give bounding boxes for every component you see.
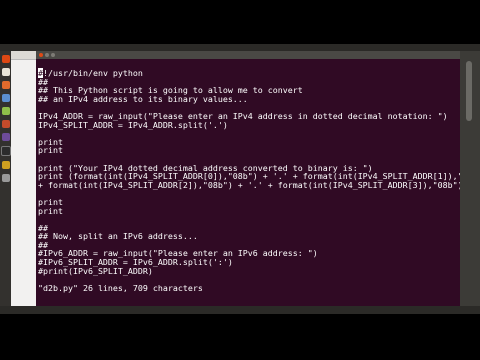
top-menu-bar [0, 44, 480, 51]
right-panel [460, 51, 480, 314]
office-icon[interactable] [1, 94, 10, 102]
trash-icon[interactable] [1, 174, 10, 182]
files-icon[interactable] [1, 68, 10, 76]
code-line: IPv4_SPLIT_ADDR = IPv4_ADDR.split('.') [38, 119, 228, 130]
settings-icon[interactable] [1, 133, 10, 141]
code-line: "d2b.py" 26 lines, 709 characters [38, 282, 203, 293]
code-line: print [38, 196, 63, 207]
code-line: #!/usr/bin/env python [38, 68, 143, 78]
bottom-panel [0, 306, 480, 314]
terminal-titlebar [36, 51, 460, 59]
code-line: + format(int(IPv4_SPLIT_ADDR[2]),"08b") … [38, 179, 460, 190]
editor-text[interactable]: #!/usr/bin/env python ## ## This Python sc… [36, 68, 460, 293]
code-line: print [38, 205, 63, 216]
code-line: print [38, 145, 63, 156]
side-panel-header [11, 51, 36, 60]
software-center-icon[interactable] [1, 120, 10, 128]
app-icon[interactable] [1, 161, 10, 169]
desktop-screen: #!/usr/bin/env python ## ## This Python sc… [0, 44, 480, 314]
maximize-icon[interactable] [51, 53, 55, 57]
side-panel [11, 51, 36, 314]
terminal-window[interactable]: #!/usr/bin/env python ## ## This Python sc… [36, 51, 460, 314]
close-icon[interactable] [39, 53, 43, 57]
terminal-icon[interactable] [0, 146, 11, 156]
spreadsheet-icon[interactable] [1, 107, 10, 115]
scrollbar[interactable] [466, 61, 472, 121]
code-line: ## Now, split an IPv6 address... [38, 231, 198, 242]
code-line: #print(IPv6_SPLIT_ADDR) [38, 265, 153, 276]
code-line: print [38, 136, 63, 147]
dash-home-icon[interactable] [1, 55, 10, 63]
firefox-icon[interactable] [1, 81, 10, 89]
code-line: ## an IPv4 address to its binary values.… [38, 93, 248, 104]
minimize-icon[interactable] [45, 53, 49, 57]
